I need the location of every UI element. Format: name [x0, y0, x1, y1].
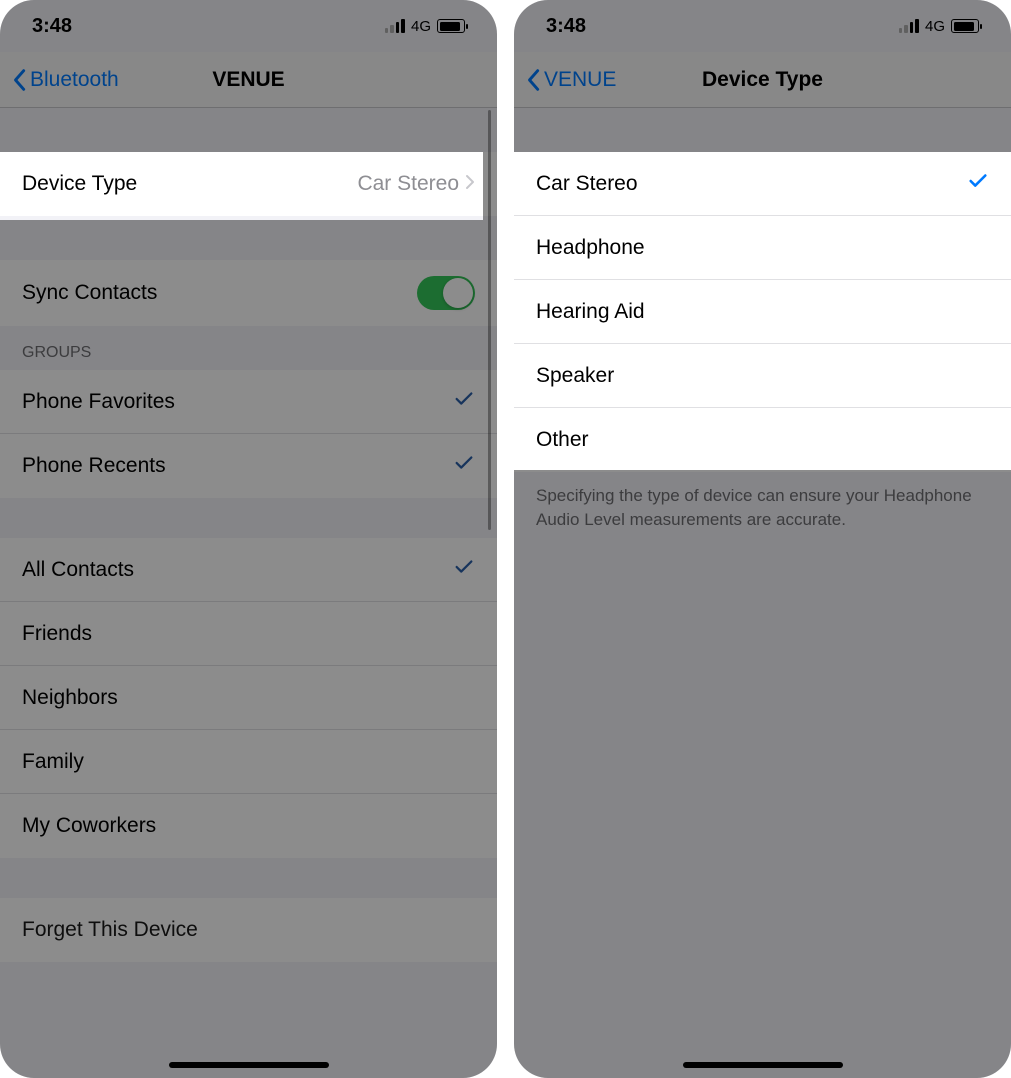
option-car-stereo[interactable]: Car Stereo: [514, 152, 1011, 216]
back-button[interactable]: VENUE: [514, 68, 616, 92]
network-label: 4G: [411, 18, 431, 35]
status-time: 3:48: [32, 15, 72, 38]
option-label: Headphone: [536, 236, 645, 260]
check-icon: [453, 452, 475, 480]
device-type-label: Device Type: [22, 172, 137, 196]
check-icon: [967, 170, 989, 198]
back-button[interactable]: Bluetooth: [0, 68, 119, 92]
nav-bar: VENUE Device Type: [514, 52, 1011, 108]
home-indicator[interactable]: [683, 1062, 843, 1068]
option-headphone[interactable]: Headphone: [514, 216, 1011, 280]
option-other[interactable]: Other: [514, 408, 1011, 472]
battery-icon: [951, 19, 979, 33]
option-hearing-aid[interactable]: Hearing Aid: [514, 280, 1011, 344]
group-phone-recents[interactable]: Phone Recents: [0, 434, 497, 498]
forget-device-label: Forget This Device: [22, 918, 198, 942]
panel-device-type: 3:48 4G VENUE Device Type Car Stereo: [514, 0, 1011, 1078]
sync-contacts-row[interactable]: Sync Contacts: [0, 260, 497, 326]
forget-device-row[interactable]: Forget This Device: [0, 898, 497, 962]
device-type-row[interactable]: Device Type Car Stereo: [0, 152, 497, 216]
group-label: Phone Recents: [22, 454, 166, 478]
nav-bar: Bluetooth VENUE: [0, 52, 497, 108]
option-label: Other: [536, 428, 589, 452]
option-label: Car Stereo: [536, 172, 638, 196]
status-right: 4G: [899, 18, 979, 35]
group-label: Family: [22, 750, 84, 774]
group-label: My Coworkers: [22, 814, 156, 838]
group-neighbors[interactable]: Neighbors: [0, 666, 497, 730]
section-options: Car Stereo Headphone Hearing Aid Speaker…: [514, 152, 1011, 472]
check-icon: [453, 556, 475, 584]
status-bar: 3:48 4G: [514, 0, 1011, 52]
section-groups1: Phone Favorites Phone Recents: [0, 370, 497, 498]
option-speaker[interactable]: Speaker: [514, 344, 1011, 408]
chevron-left-icon: [12, 68, 26, 92]
group-label: Friends: [22, 622, 92, 646]
group-label: Neighbors: [22, 686, 118, 710]
group-phone-favorites[interactable]: Phone Favorites: [0, 370, 497, 434]
chevron-left-icon: [526, 68, 540, 92]
sync-contacts-label: Sync Contacts: [22, 281, 157, 305]
panel-venue: 3:48 4G Bluetooth VENUE Device Type Car …: [0, 0, 497, 1078]
home-indicator[interactable]: [169, 1062, 329, 1068]
footer-text: Specifying the type of device can ensure…: [514, 472, 1011, 540]
groups-header: GROUPS: [0, 326, 497, 370]
signal-icon: [899, 19, 919, 33]
device-type-value: Car Stereo: [357, 172, 459, 196]
network-label: 4G: [925, 18, 945, 35]
status-time: 3:48: [546, 15, 586, 38]
section-sync: Sync Contacts: [0, 260, 497, 326]
chevron-right-icon: [465, 172, 475, 196]
check-icon: [453, 388, 475, 416]
sync-contacts-toggle[interactable]: [417, 276, 475, 310]
back-label: Bluetooth: [30, 68, 119, 92]
section-forget: Forget This Device: [0, 898, 497, 962]
group-label: Phone Favorites: [22, 390, 175, 414]
section-groups2: All Contacts Friends Neighbors Family My…: [0, 538, 497, 858]
status-right: 4G: [385, 18, 465, 35]
group-family[interactable]: Family: [0, 730, 497, 794]
group-all-contacts[interactable]: All Contacts: [0, 538, 497, 602]
signal-icon: [385, 19, 405, 33]
battery-icon: [437, 19, 465, 33]
option-label: Speaker: [536, 364, 614, 388]
option-label: Hearing Aid: [536, 300, 645, 324]
group-friends[interactable]: Friends: [0, 602, 497, 666]
group-label: All Contacts: [22, 558, 134, 582]
group-my-coworkers[interactable]: My Coworkers: [0, 794, 497, 858]
back-label: VENUE: [544, 68, 616, 92]
section-device-type: Device Type Car Stereo: [0, 152, 497, 216]
scroll-indicator: [488, 110, 491, 530]
status-bar: 3:48 4G: [0, 0, 497, 52]
